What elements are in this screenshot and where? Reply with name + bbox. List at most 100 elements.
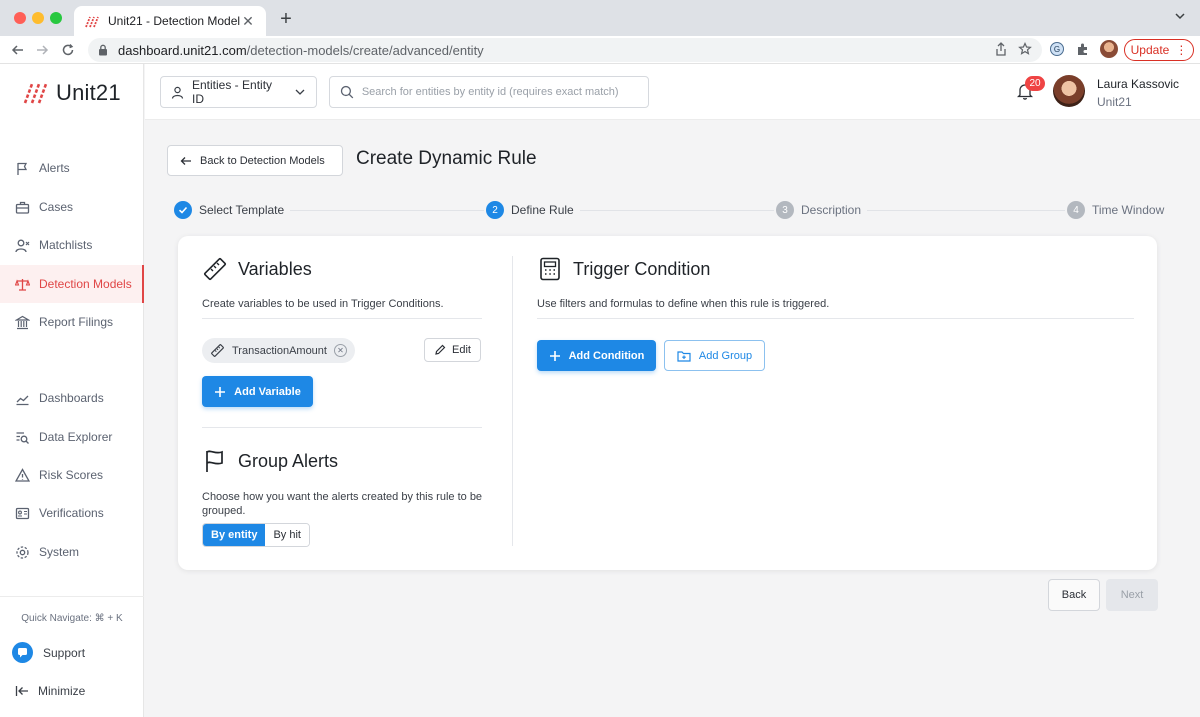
minimize-sidebar-button[interactable]: Minimize [15,684,85,698]
pencil-icon [435,344,446,355]
variable-chip[interactable]: TransactionAmount ✕ [202,338,355,363]
sidebar-item-dashboards[interactable]: Dashboards [0,379,144,417]
collapse-arrow-icon [15,686,28,696]
notification-badge: 20 [1025,76,1045,91]
back-arrow-icon[interactable] [8,40,28,60]
sidebar-item-label: Risk Scores [39,468,104,482]
next-button[interactable]: Next [1106,579,1158,611]
rule-definition-card: Variables Create variables to be used in… [178,236,1157,570]
close-window-button[interactable] [14,12,26,24]
sidebar-divider [0,596,144,597]
add-variable-button[interactable]: Add Variable [202,376,313,407]
support-label: Support [43,645,86,660]
edit-variable-button[interactable]: Edit [424,338,481,362]
quick-navigate-hint: Quick Navigate: ⌘ + K [21,613,123,624]
sidebar-item-system[interactable]: System [0,533,144,571]
chevron-down-icon[interactable] [1174,10,1186,22]
sidebar-item-cases[interactable]: Cases [0,188,144,226]
sidebar-item-label: Cases [39,200,74,214]
browser-tab[interactable]: Unit21 - Detection Models ✕ [74,6,266,36]
address-bar[interactable]: dashboard.unit21.com/detection-models/cr… [88,38,1042,62]
kebab-menu-icon: ⋮ [1175,43,1188,57]
step-select-template[interactable]: Select Template [172,201,291,219]
step-description[interactable]: 3 Description [774,201,868,219]
sidebar-item-verifications[interactable]: Verifications [0,494,144,532]
chevron-down-icon [295,89,305,95]
unit21-favicon-icon [85,16,99,28]
plus-icon [215,386,226,397]
step-label: Select Template [199,203,285,217]
step-label: Define Rule [511,203,574,217]
sidebar-item-label: Report Filings [39,315,114,329]
remove-variable-icon[interactable]: ✕ [333,344,347,357]
calculator-icon [540,257,560,281]
url-path: /detection-models/create/advanced/entity [246,42,484,58]
sidebar-item-detection-models[interactable]: Detection Models [0,265,144,303]
chart-line-icon [16,395,29,405]
sidebar-item-alerts[interactable]: Alerts [0,149,144,187]
step-number: 4 [1067,201,1085,219]
back-button[interactable]: Back [1048,579,1100,611]
add-group-button[interactable]: Add Group [664,340,765,371]
support-button[interactable]: Support [12,642,85,663]
forward-arrow-icon[interactable] [32,40,52,60]
sidebar-item-label: Alerts [39,161,70,175]
tab-title: Unit21 - Detection Models [108,14,240,28]
step-label: Description [801,203,862,217]
entity-search[interactable] [329,76,649,108]
browser-tab-bar: Unit21 - Detection Models ✕ + [0,0,1200,36]
by-hit-option[interactable]: By hit [265,524,309,546]
flag-icon [17,162,28,175]
brand-logo[interactable]: Unit21 [22,80,121,106]
profile-avatar[interactable] [1100,40,1118,58]
reload-icon[interactable] [58,40,78,60]
back-to-detection-models-button[interactable]: Back to Detection Models [167,145,343,176]
add-condition-button[interactable]: Add Condition [537,340,656,371]
top-header: Entities - Entity ID 20 Laura Kassovic U… [145,64,1200,120]
user-name: Laura Kassovic [1097,77,1180,91]
group-alerts-title: Group Alerts [238,450,339,471]
by-entity-option[interactable]: By entity [203,524,266,546]
chat-icon [12,642,33,663]
step-number: 2 [486,201,504,219]
sidebar-item-matchlists[interactable]: Matchlists [0,226,144,264]
sidebar-item-data-explorer[interactable]: Data Explorer [0,418,144,456]
add-variable-label: Add Variable [234,385,301,398]
minimize-window-button[interactable] [32,12,44,24]
close-tab-icon[interactable]: ✕ [240,13,256,30]
sidebar-item-label: Dashboards [39,391,104,405]
variables-title: Variables [238,258,312,279]
sidebar-item-label: System [39,545,80,559]
avatar[interactable] [1053,75,1085,107]
user-x-icon [15,239,30,252]
step-time-window[interactable]: 4 Time Window [1065,201,1171,219]
puzzle-extensions-icon[interactable] [1074,40,1092,58]
user-org: Unit21 [1097,95,1132,109]
group-alerts-heading: Group Alerts [202,448,338,474]
update-browser-button[interactable]: Update ⋮ [1124,39,1194,61]
sidebar-item-report-filings[interactable]: Report Filings [0,303,144,341]
search-input[interactable] [361,86,638,98]
list-search-icon [16,431,29,444]
unit21-logo-icon [23,83,48,104]
sidebar-item-label: Detection Models [39,277,132,291]
brand-name: Unit21 [56,80,121,105]
maximize-window-button[interactable] [50,12,62,24]
step-define-rule[interactable]: 2 Define Rule [484,201,580,219]
entity-type-select[interactable]: Entities - Entity ID [160,76,317,108]
lock-icon [99,44,107,56]
flag-icon [206,450,223,472]
divider [202,427,482,428]
sidebar-item-risk-scores[interactable]: Risk Scores [0,456,144,494]
variable-chip-label: TransactionAmount [232,344,327,357]
add-condition-label: Add Condition [568,349,645,362]
edit-label: Edit [452,344,471,356]
share-icon[interactable] [992,40,1010,58]
star-icon[interactable] [1016,40,1034,58]
new-tab-button[interactable]: + [276,8,296,30]
minimize-label: Minimize [38,684,86,698]
extension-grammar-icon[interactable]: G [1048,40,1066,58]
trigger-condition-description: Use filters and formulas to define when … [537,298,830,310]
folder-plus-icon [677,350,691,362]
variables-description: Create variables to be used in Trigger C… [202,298,444,310]
